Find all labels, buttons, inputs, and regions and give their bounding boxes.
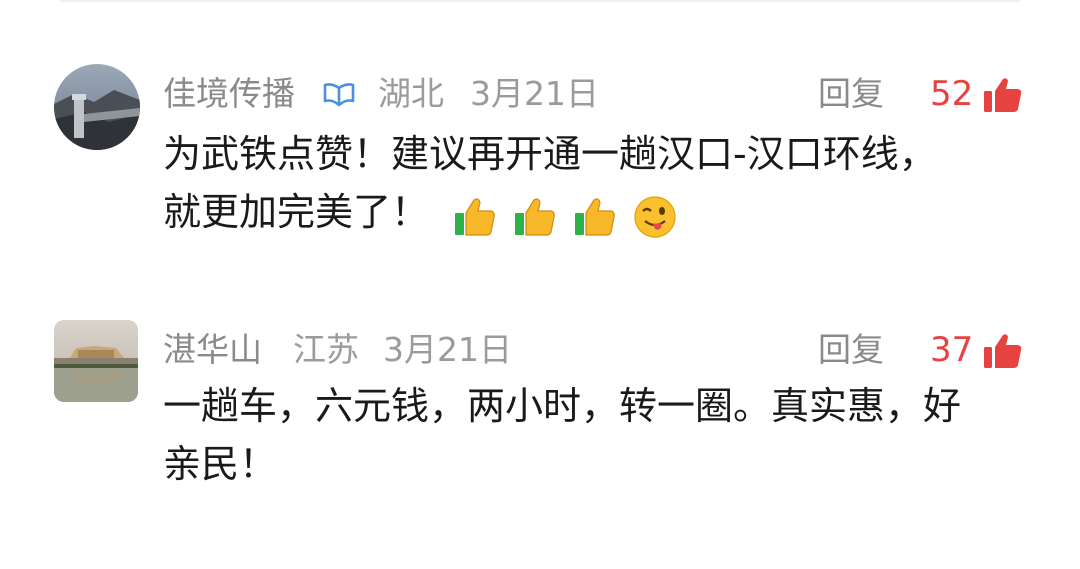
- comment-text: 一趟车，六元钱，两小时，转一圈。真实惠，好 亲民！: [163, 377, 1023, 493]
- like-count: 52: [930, 74, 974, 114]
- winking-tongue-face-icon: [634, 196, 676, 238]
- top-divider: [60, 0, 1020, 2]
- location: 湖北: [378, 74, 444, 113]
- location: 江苏: [293, 330, 359, 369]
- thumbs-up-icon: [984, 334, 1022, 368]
- thumbs-up-icon: [455, 198, 495, 236]
- avatar[interactable]: [54, 64, 140, 150]
- avatar[interactable]: [54, 320, 138, 402]
- thumbs-up-icon: [984, 78, 1022, 112]
- reply-button[interactable]: 回复: [818, 328, 884, 372]
- username[interactable]: 湛华山: [163, 328, 262, 372]
- comment-date: 3月21日: [470, 74, 599, 113]
- comment-date: 3月21日: [383, 330, 512, 369]
- comment-text-line-wrap: 就更加完美了！: [163, 183, 1023, 244]
- thumbs-up-icon: [515, 198, 555, 236]
- comment-text-line: 一趟车，六元钱，两小时，转一圈。真实惠，好: [163, 384, 962, 428]
- comment-text-line: 亲民！: [163, 442, 278, 486]
- like-count: 37: [930, 330, 974, 370]
- username[interactable]: 佳境传播: [163, 72, 295, 116]
- like-button[interactable]: [983, 332, 1023, 370]
- comment-text-line: 就更加完美了！: [163, 190, 430, 234]
- thumbs-up-icon: [575, 198, 615, 236]
- emoji-row: [453, 186, 681, 244]
- like-button[interactable]: [983, 76, 1023, 114]
- reply-button[interactable]: 回复: [818, 72, 884, 116]
- comment-header: 佳境传播 湖北 3月21日 回复 52: [163, 72, 1024, 116]
- comment-header: 湛华山 江苏 3月21日 回复 37: [163, 328, 1024, 372]
- comment-text-line: 为武铁点赞！建议再开通一趟汉口-汉口环线，: [163, 132, 937, 176]
- comment-text: 为武铁点赞！建议再开通一趟汉口-汉口环线， 就更加完美了！: [163, 125, 1023, 244]
- verified-badge-icon: [323, 81, 355, 109]
